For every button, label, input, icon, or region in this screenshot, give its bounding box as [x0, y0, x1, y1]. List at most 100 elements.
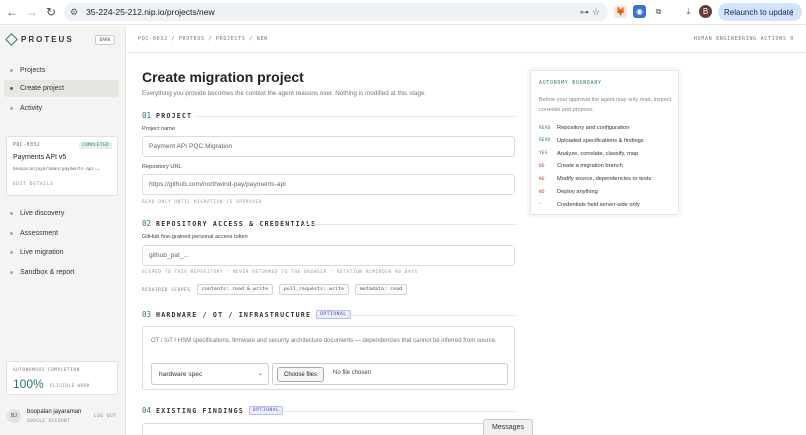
autonomy-text: Create a migration branch [557, 163, 623, 170]
autonomy-row: READ Repository and configuration [539, 123, 629, 133]
autonomy-text: Uploaded specifications & findings [557, 137, 644, 144]
project-card[interactable]: PQC-0032 COMPLETED Payments API v5 boopa… [6, 136, 118, 196]
url-text: 35-224-25-212.nip.io/projects/new [86, 7, 215, 17]
sidebar-item-label: Projects [20, 67, 46, 74]
user-account: BJ boopalan jayaraman GOOGLE ACCOUNT LOG… [6, 404, 118, 430]
bookmark-star-icon[interactable]: ☆ [592, 7, 600, 18]
findings-panel [142, 423, 515, 435]
section-title: HARDWARE / OT / INFRASTRUCTURE [156, 310, 312, 319]
user-account-type: GOOGLE ACCOUNT [27, 419, 71, 424]
project-name-label: Project name [142, 126, 175, 132]
sidebar-item-label: Live migration [20, 249, 64, 256]
project-name: Payments API v5 [13, 154, 67, 161]
file-input[interactable]: Choose files No file chosen [272, 363, 508, 385]
sidebar-item-assessment[interactable]: Assessment [4, 225, 119, 242]
sidebar-item-create-project[interactable]: Create project [4, 80, 119, 97]
autonomy-text: Credentials held server-side only [557, 201, 640, 208]
choose-files-button[interactable]: Choose files [277, 367, 325, 382]
sidebar-item-live-discovery[interactable]: Live discovery [4, 205, 119, 222]
completion-title: AUTONOMOUS COMPLETION [13, 368, 80, 373]
section-number: 03 [142, 310, 152, 319]
section-number: 01 [142, 111, 152, 120]
section-repo-access-header: 02 REPOSITORY ACCESS & CREDENTIALS [142, 219, 316, 228]
completion-sub: ELIGIBLE WORK [50, 384, 91, 389]
site-info-icon[interactable]: ⚙ [70, 7, 78, 18]
token-hint: SCOPED TO THIS REPOSITORY · NEVER RETURN… [142, 270, 418, 275]
autonomy-row: NO Modify source, dependencies or tests [539, 174, 651, 184]
section-title: EXISTING FINDINGS [156, 406, 244, 415]
section-findings-header: 04 EXISTING FINDINGS OPTIONAL [142, 406, 284, 415]
autonomy-text: Deploy anything [557, 189, 598, 195]
autonomy-row: YES Analyze, correlate, classify, map [539, 149, 638, 159]
nav-dot-icon [10, 271, 13, 274]
human-actions-counter[interactable]: HUMAN ENGINEERING ACTIONS 0 [694, 36, 794, 42]
github-token-input[interactable]: github_pat_... [142, 245, 515, 266]
repository-url-input[interactable]: https://github.com/northwind-pay/payment… [142, 174, 515, 195]
autonomy-row: – Credentials held server-side only [539, 200, 640, 210]
brand-logo[interactable]: PROTEUS [5, 33, 74, 46]
section-number: 04 [142, 406, 152, 415]
section-project-header: 01 PROJECT [142, 111, 192, 120]
logout-button[interactable]: LOG OUT [94, 414, 116, 419]
autonomy-tag: NO [539, 163, 545, 169]
address-bar[interactable]: ⚙ 35-224-25-212.nip.io/projects/new ⊶ ☆ [64, 3, 608, 21]
breadcrumb[interactable]: PQC-0032 / PROTEUS / PROJECTS / NEW [138, 36, 268, 42]
section-hardware-header: 03 HARDWARE / OT / INFRASTRUCTURE OPTION… [142, 310, 351, 319]
chevron-down-icon: ⌄ [257, 371, 263, 377]
nav-dot-icon [10, 212, 13, 215]
sidebar-item-label: Activity [20, 105, 43, 112]
autonomy-row: NO Create a migration branch [539, 161, 623, 171]
section-divider [197, 116, 515, 117]
download-icon[interactable]: ⤓ [682, 5, 695, 18]
profile-avatar[interactable]: B [699, 5, 712, 18]
autonomy-tag: – [539, 202, 542, 208]
autonomy-boundary-card: AUTONOMY BOUNDARY Before your approval t… [530, 70, 679, 215]
forward-icon[interactable]: → [24, 4, 40, 20]
main-content: Create migration project Everything you … [127, 54, 806, 435]
autonomy-tag: NO [539, 189, 545, 195]
extensions-puzzle-icon[interactable]: ⧉ [652, 5, 665, 18]
select-value: hardware spec [159, 370, 203, 378]
project-id: PQC-0032 [13, 143, 41, 148]
autonomy-tag: READ [539, 125, 551, 131]
nav-dot-icon [10, 251, 13, 254]
sidebar-item-sandbox-report[interactable]: Sandbox & report [4, 264, 119, 281]
relaunch-button[interactable]: Relaunch to update ⋮ [718, 3, 802, 21]
status-badge: COMPLETED [79, 142, 112, 149]
document-type-select[interactable]: hardware spec ⌄ [151, 363, 269, 385]
sidebar-item-label: Assessment [20, 230, 59, 237]
edit-details-link[interactable]: EDIT DETAILS [13, 182, 54, 187]
reload-icon[interactable]: ↻ [43, 4, 59, 20]
project-repo: boopalanjayaraman/payments-api-… [13, 167, 100, 172]
brand-name: PROTEUS [21, 35, 74, 44]
sidebar-item-activity[interactable]: Activity [4, 100, 119, 117]
nav-dot-icon [10, 107, 13, 110]
project-name-input[interactable]: Payment API PQC Migration [142, 136, 515, 157]
sidebar-item-label: Sandbox & report [20, 269, 75, 276]
page-subtitle: Everything you provide becomes the conte… [142, 90, 427, 97]
page-title: Create migration project [142, 69, 304, 85]
section-title: REPOSITORY ACCESS & CREDENTIALS [156, 219, 317, 228]
sidebar-item-label: Create project [20, 85, 64, 92]
brand-diamond-icon [5, 33, 18, 46]
section-divider [340, 315, 515, 316]
metamask-extension-icon[interactable]: 🦊 [614, 5, 627, 18]
token-label: GitHub fine-grained personal access toke… [142, 234, 248, 240]
autonomy-row: NO Deploy anything [539, 187, 598, 197]
sidebar-item-live-migration[interactable]: Live migration [4, 244, 119, 261]
more-menu-icon[interactable]: ⋮ [788, 8, 796, 17]
autonomy-row: READ Uploaded specifications & findings [539, 136, 644, 146]
sidebar-item-projects[interactable]: Projects [4, 62, 119, 79]
extension-icon[interactable]: ◉ [633, 5, 646, 18]
repository-hint: READ-ONLY UNTIL MIGRATION IS APPROVED [142, 200, 263, 205]
password-key-icon[interactable]: ⊶ [580, 7, 589, 18]
section-divider [279, 411, 515, 412]
dark-mode-toggle[interactable]: DARK [95, 35, 115, 45]
file-status: No file chosen [333, 370, 372, 376]
repository-url-label: Repository URL [142, 164, 182, 170]
messages-button[interactable]: Messages [483, 419, 533, 435]
autonomous-completion-card: AUTONOMOUS COMPLETION 100% ELIGIBLE WORK [6, 361, 118, 395]
back-icon[interactable]: ← [4, 4, 20, 20]
autonomy-description: Before your approval the agent may only … [539, 97, 673, 113]
completion-value: 100% [13, 377, 44, 391]
